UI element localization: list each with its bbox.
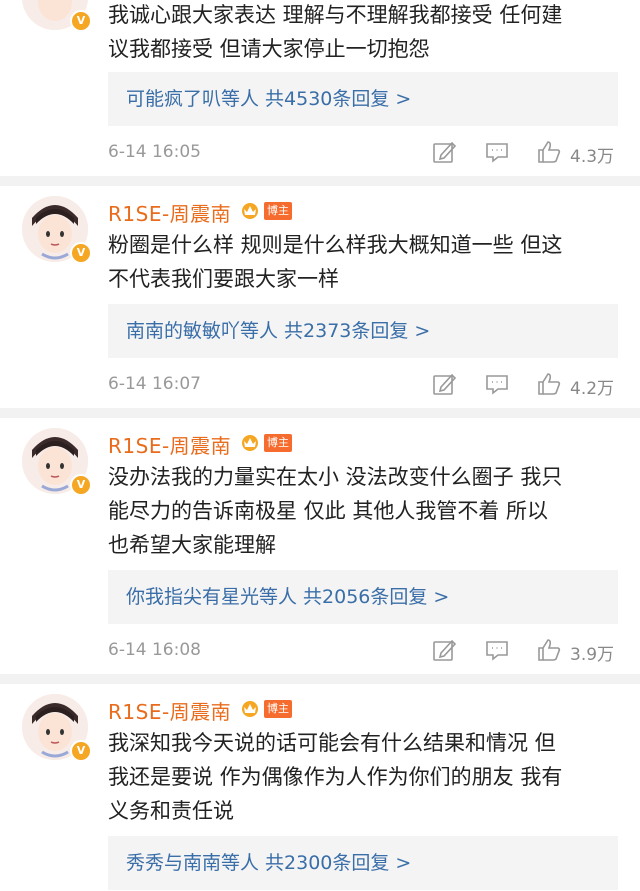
- comment-text: 我深知我今天说的话可能会有什么结果和情况 但 我还是要说 作为偶像作为人作为你们…: [108, 731, 563, 823]
- comment-text: 我诚心跟大家表达 理解与不理解我都接受 任何建 议我都接受 但请大家停止一切抱怨: [108, 3, 563, 61]
- reply-summary[interactable]: 你我指尖有星光等人 共2056条回复 >: [108, 570, 618, 624]
- username[interactable]: R1SE-周震南: [108, 198, 231, 227]
- comment-icon[interactable]: [485, 372, 509, 396]
- username[interactable]: R1SE-周震南: [108, 430, 231, 459]
- crown-icon: [242, 435, 258, 451]
- author-tag: 博主: [264, 434, 292, 452]
- reply-summary[interactable]: 秀秀与南南等人 共2300条回复 >: [108, 836, 618, 890]
- like-icon[interactable]: [537, 140, 561, 164]
- comment-time: 6-14 16:07: [108, 374, 201, 394]
- edit-icon[interactable]: [432, 638, 456, 662]
- like-count: 4.2万: [570, 379, 615, 399]
- like-icon[interactable]: [537, 638, 561, 662]
- username[interactable]: R1SE-周震南: [108, 696, 231, 725]
- verified-badge: V: [70, 10, 92, 32]
- edit-icon[interactable]: [432, 372, 456, 396]
- like-count: 4.3万: [570, 147, 615, 167]
- like-count: 3.9万: [570, 645, 615, 665]
- comment-icon[interactable]: [485, 638, 509, 662]
- crown-icon: [242, 203, 258, 219]
- edit-icon[interactable]: [432, 140, 456, 164]
- divider: [0, 408, 640, 418]
- comment-icon[interactable]: [485, 140, 509, 164]
- divider: [0, 674, 640, 684]
- comment-text: 没办法我的力量实在太小 没法改变什么圈子 我只 能尽力的告诉南极星 仅此 其他人…: [108, 465, 563, 557]
- comment-text: 粉圈是什么样 规则是什么样我大概知道一些 但这 不代表我们要跟大家一样: [108, 233, 563, 291]
- verified-badge: V: [70, 242, 92, 264]
- divider: [0, 176, 640, 186]
- reply-summary[interactable]: 南南的敏敏吖等人 共2373条回复 >: [108, 304, 618, 358]
- like-icon[interactable]: [537, 372, 561, 396]
- crown-icon: [242, 701, 258, 717]
- verified-badge: V: [70, 740, 92, 762]
- comment-time: 6-14 16:05: [108, 142, 201, 162]
- comment-time: 6-14 16:08: [108, 640, 201, 660]
- reply-summary[interactable]: 可能疯了叭等人 共4530条回复 >: [108, 72, 618, 126]
- author-tag: 博主: [264, 202, 292, 220]
- verified-badge: V: [70, 474, 92, 496]
- author-tag: 博主: [264, 700, 292, 718]
